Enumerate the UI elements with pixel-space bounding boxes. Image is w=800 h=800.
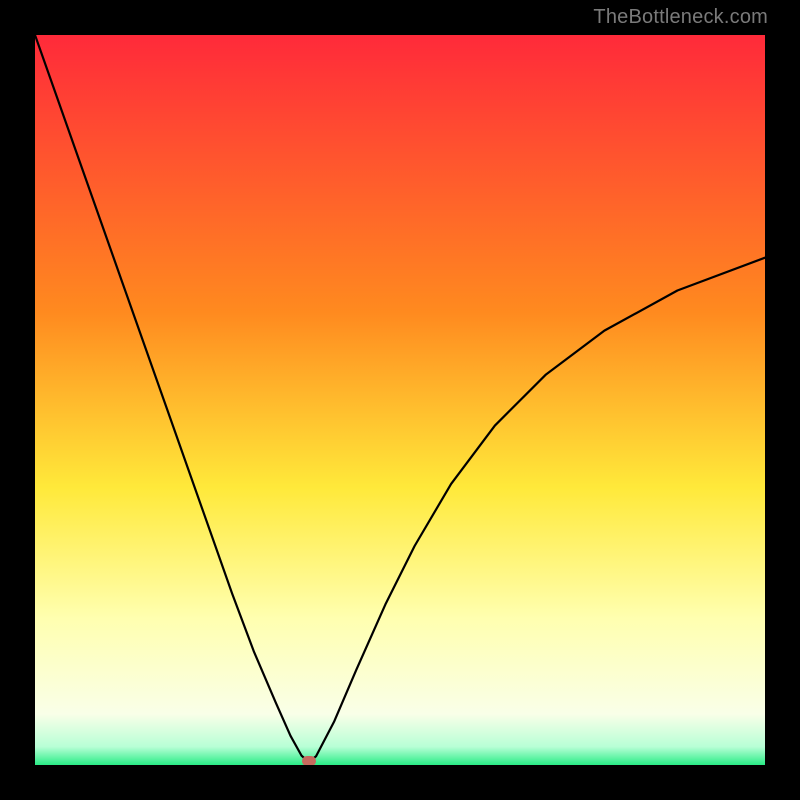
bottleneck-curve <box>35 35 765 765</box>
chart-frame: TheBottleneck.com <box>0 0 800 800</box>
watermark-text: TheBottleneck.com <box>593 6 768 29</box>
minimum-marker <box>302 756 316 765</box>
plot-area <box>35 35 765 765</box>
